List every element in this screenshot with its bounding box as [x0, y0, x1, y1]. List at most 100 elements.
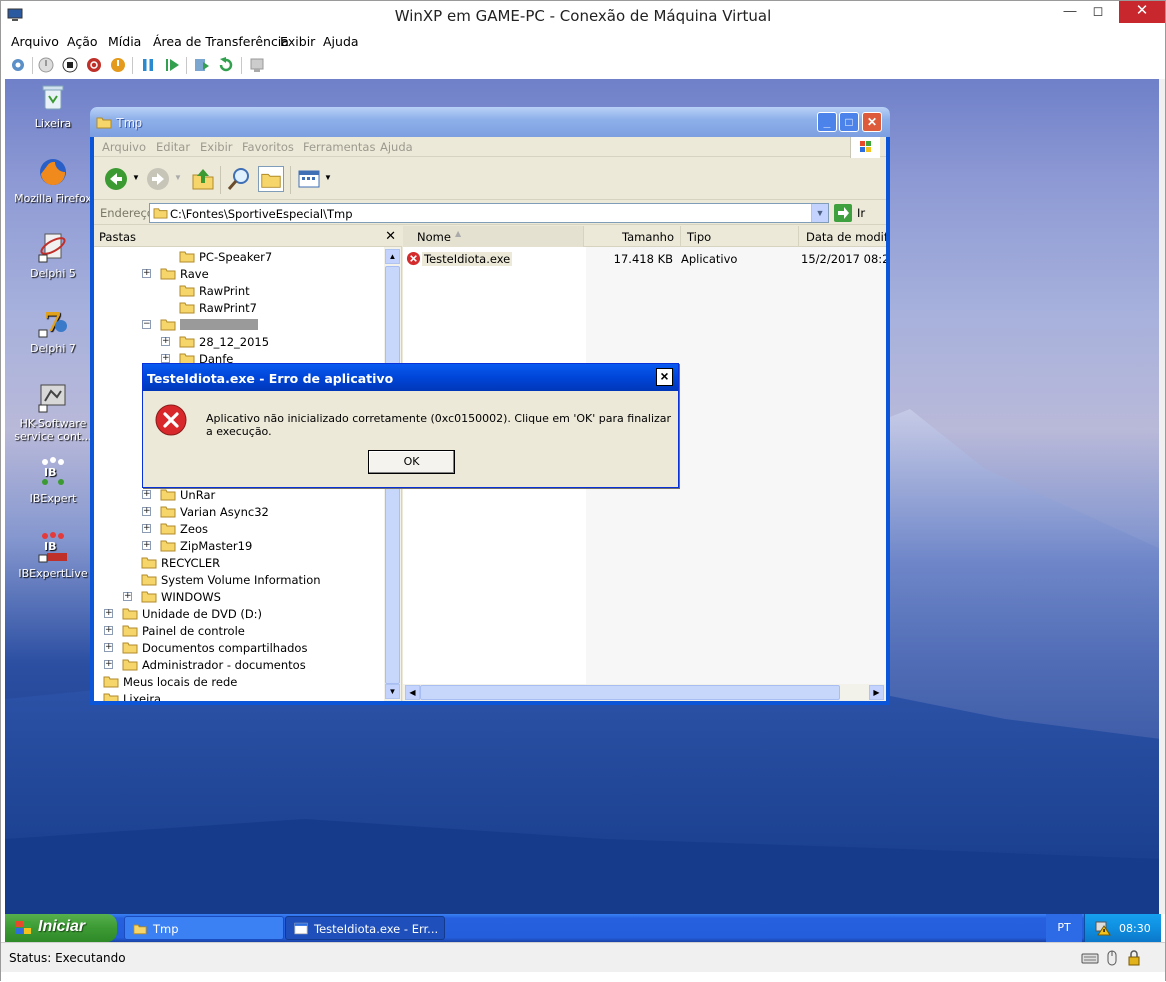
forward-icon[interactable]: [146, 167, 170, 191]
tree-item[interactable]: + Varian Async32: [94, 504, 384, 521]
file-row[interactable]: TesteIdiota.exe 17.418 KB Aplicativo 15/…: [403, 250, 886, 268]
search-icon[interactable]: [226, 166, 252, 192]
expand-icon[interactable]: +: [161, 337, 170, 346]
explorer-menu-editar[interactable]: Editar: [156, 140, 190, 154]
column-header-type[interactable]: Tipo: [681, 226, 799, 247]
desktop-icon-delphi5[interactable]: Delphi 5: [8, 231, 98, 280]
explorer-minimize-button[interactable]: _: [817, 112, 837, 132]
collapse-icon[interactable]: −: [142, 320, 151, 329]
expand-icon[interactable]: +: [142, 507, 151, 516]
menu-arquivo[interactable]: Arquivo: [11, 34, 59, 49]
expand-icon[interactable]: +: [142, 524, 151, 533]
folders-view-icon[interactable]: [258, 166, 284, 192]
explorer-menu-arquivo[interactable]: Arquivo: [102, 140, 146, 154]
tree-item[interactable]: +28_12_2015: [94, 334, 384, 351]
explorer-menu-ferramentas[interactable]: Ferramentas: [303, 140, 375, 154]
tree-item[interactable]: Lixeira: [94, 691, 384, 701]
views-dropdown-icon[interactable]: ▼: [324, 173, 332, 182]
tree-item[interactable]: RECYCLER: [94, 555, 384, 572]
menu-midia[interactable]: Mídia: [108, 34, 141, 49]
address-input[interactable]: C:\Fontes\SportiveEspecial\Tmp ▼: [149, 203, 829, 223]
maximize-button[interactable]: ◻: [1083, 1, 1113, 23]
security-warning-icon[interactable]: [1095, 920, 1111, 936]
ok-button[interactable]: OK: [368, 450, 455, 474]
checkpoint-icon[interactable]: [193, 56, 211, 74]
scroll-down-icon[interactable]: ▼: [385, 684, 400, 699]
expand-icon[interactable]: +: [104, 643, 113, 652]
expand-icon[interactable]: +: [123, 592, 132, 601]
desktop-icon-ibexpert[interactable]: IB IBExpert: [8, 456, 98, 505]
tree-item[interactable]: + Administrador - documentos: [94, 657, 384, 674]
up-folder-icon[interactable]: [190, 166, 216, 192]
tree-item[interactable]: +Meus locais de rede: [94, 674, 384, 691]
files-horizontal-scrollbar[interactable]: ◀ ▶: [403, 684, 886, 701]
desktop-icon-firefox[interactable]: Mozilla Firefox: [8, 156, 98, 205]
turn-off-icon[interactable]: [61, 56, 79, 74]
forward-dropdown-icon[interactable]: ▼: [174, 173, 182, 182]
tree-item[interactable]: RawPrint7: [94, 300, 384, 317]
tree-item[interactable]: + Unidade de DVD (D:): [94, 606, 384, 623]
tree-item[interactable]: PC-Speaker7: [94, 249, 384, 266]
save-state-icon[interactable]: [109, 56, 127, 74]
error-dialog-titlebar[interactable]: TesteIdiota.exe - Erro de aplicativo ×: [143, 364, 678, 391]
menu-area-transferencia[interactable]: Área de Transferência: [153, 34, 289, 49]
column-header-date[interactable]: Data de modific...: [799, 226, 886, 247]
pause-icon[interactable]: [139, 56, 157, 74]
ctrl-alt-del-icon[interactable]: [9, 56, 27, 74]
desktop-icon-recycle-bin[interactable]: Lixeira: [8, 81, 98, 130]
desktop-icon-ibexpertlive[interactable]: IB IBExpertLive: [8, 531, 98, 580]
folders-pane-close-icon[interactable]: ✕: [385, 228, 396, 244]
explorer-menu-exibir[interactable]: Exibir: [200, 140, 233, 154]
tree-item[interactable]: + Rave: [94, 266, 384, 283]
go-icon[interactable]: [834, 204, 852, 222]
shutdown-icon[interactable]: [85, 56, 103, 74]
tree-item[interactable]: + WINDOWS: [94, 589, 384, 606]
column-header-name[interactable]: Nome ▲: [403, 226, 584, 247]
expand-icon[interactable]: +: [142, 490, 151, 499]
enhanced-session-icon[interactable]: [248, 56, 266, 74]
tree-item[interactable]: System Volume Information: [94, 572, 384, 589]
tree-item[interactable]: + Documentos compartilhados: [94, 640, 384, 657]
scroll-left-icon[interactable]: ◀: [405, 685, 420, 700]
files-scroll-thumb[interactable]: [420, 685, 840, 700]
column-header-size[interactable]: Tamanho: [584, 226, 681, 247]
expand-icon[interactable]: +: [104, 626, 113, 635]
language-indicator[interactable]: PT: [1046, 914, 1082, 942]
start-vm-icon[interactable]: [37, 56, 55, 74]
expand-icon[interactable]: +: [104, 660, 113, 669]
explorer-close-button[interactable]: ✕: [862, 112, 882, 132]
back-dropdown-icon[interactable]: ▼: [132, 173, 140, 182]
taskbar-item-tmp[interactable]: Tmp: [124, 916, 284, 940]
scroll-right-icon[interactable]: ▶: [869, 685, 884, 700]
explorer-maximize-button[interactable]: □: [839, 112, 859, 132]
address-dropdown-icon[interactable]: ▼: [811, 204, 828, 222]
expand-icon[interactable]: +: [161, 354, 170, 363]
tree-item[interactable]: + ZipMaster19: [94, 538, 384, 555]
explorer-menu-favoritos[interactable]: Favoritos: [242, 140, 294, 154]
scroll-up-icon[interactable]: ▲: [385, 249, 400, 264]
tree-item[interactable]: RawPrint: [94, 283, 384, 300]
start-button[interactable]: Iniciar: [5, 914, 117, 942]
explorer-menu-ajuda[interactable]: Ajuda: [380, 140, 413, 154]
back-icon[interactable]: [104, 167, 128, 191]
resume-icon[interactable]: [163, 56, 181, 74]
views-icon[interactable]: [296, 166, 322, 192]
close-button[interactable]: ✕: [1119, 1, 1165, 23]
explorer-titlebar[interactable]: Tmp _ □ ✕: [90, 107, 890, 137]
tree-item[interactable]: + Painel de controle: [94, 623, 384, 640]
revert-icon[interactable]: [217, 56, 235, 74]
expand-icon[interactable]: +: [142, 269, 151, 278]
desktop-icon-delphi7[interactable]: 7 Delphi 7: [8, 306, 98, 355]
go-button[interactable]: Ir: [857, 206, 865, 220]
tree-item[interactable]: + UnRar: [94, 487, 384, 504]
menu-acao[interactable]: Ação: [67, 34, 98, 49]
menu-ajuda[interactable]: Ajuda: [323, 34, 359, 49]
expand-icon[interactable]: +: [142, 541, 151, 550]
tree-item[interactable]: −: [94, 317, 384, 334]
error-dialog-close-button[interactable]: ×: [656, 368, 673, 386]
tree-item[interactable]: + Zeos: [94, 521, 384, 538]
menu-exibir[interactable]: Exibir: [280, 34, 315, 49]
minimize-button[interactable]: —: [1055, 1, 1085, 23]
desktop-icon-hk-software[interactable]: HK-Software service cont...: [8, 381, 98, 443]
taskbar-item-error[interactable]: TesteIdiota.exe - Err...: [285, 916, 445, 940]
